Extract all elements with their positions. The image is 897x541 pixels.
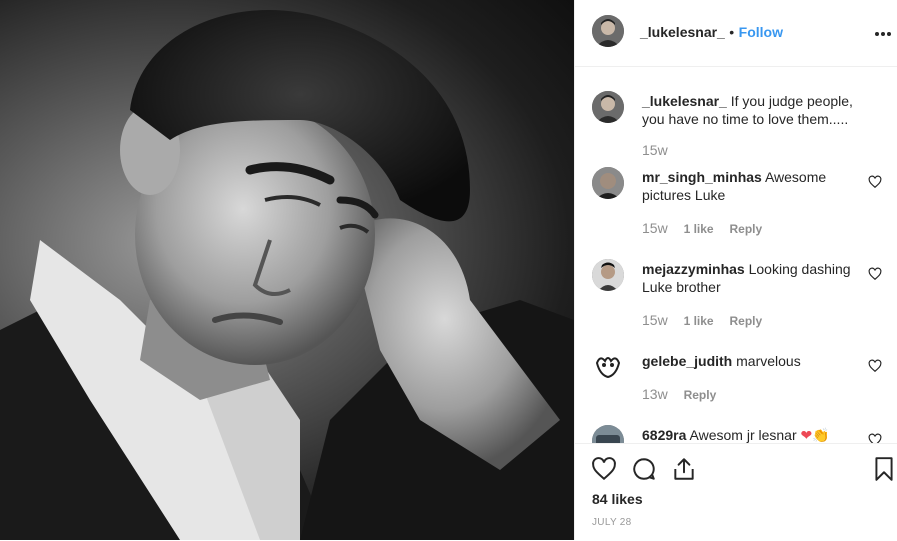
comments-list[interactable]: _lukelesnar_ If you judge people, you ha… bbox=[575, 67, 897, 443]
comment-like-heart-icon[interactable] bbox=[868, 359, 882, 373]
portrait-illustration bbox=[0, 10, 574, 540]
follow-button[interactable]: Follow bbox=[739, 24, 783, 40]
reply-button[interactable]: Reply bbox=[730, 222, 763, 236]
avatar-image bbox=[592, 91, 624, 123]
avatar-image bbox=[592, 425, 624, 443]
comment-author[interactable]: mejazzyminhas bbox=[642, 261, 745, 277]
comment-author[interactable]: 6829ra bbox=[642, 427, 686, 443]
comment-text-block: mejazzyminhas Looking dashing Luke broth… bbox=[642, 260, 864, 296]
comment-meta: 13w Reply bbox=[642, 386, 728, 402]
comment-author[interactable]: mr_singh_minhas bbox=[642, 169, 762, 185]
share-icon[interactable] bbox=[671, 456, 697, 482]
more-options-icon[interactable] bbox=[874, 20, 892, 43]
comment-text: marvelous bbox=[736, 353, 801, 369]
caption-time[interactable]: 15w bbox=[642, 142, 668, 158]
avatar-image bbox=[592, 351, 624, 383]
comment-like-heart-icon[interactable] bbox=[868, 433, 882, 443]
comment-text-block: gelebe_judith marvelous bbox=[642, 352, 864, 370]
comment-text-block: mr_singh_minhas Awesome pictures Luke bbox=[642, 168, 864, 204]
comment-meta: 15w 1 like Reply bbox=[642, 312, 774, 328]
reply-button[interactable]: Reply bbox=[730, 314, 763, 328]
avatar-image bbox=[592, 167, 624, 199]
post-details-panel: _lukelesnar_ • Follow _lukelesnar_ If yo… bbox=[574, 0, 897, 540]
commenter-avatar[interactable] bbox=[592, 351, 624, 383]
comment-icon[interactable] bbox=[631, 456, 657, 482]
post-date[interactable]: JULY 28 bbox=[592, 517, 632, 528]
caption-author[interactable]: _lukelesnar_ bbox=[642, 93, 727, 109]
comment-likes-count[interactable]: 1 like bbox=[684, 314, 714, 328]
ellipsis-icon bbox=[875, 32, 891, 36]
post-photo[interactable] bbox=[0, 0, 574, 540]
reply-button[interactable]: Reply bbox=[684, 388, 717, 402]
caption-avatar[interactable] bbox=[592, 91, 624, 123]
post-header: _lukelesnar_ • Follow bbox=[575, 0, 897, 67]
commenter-avatar[interactable] bbox=[592, 425, 624, 443]
comment-text-block: 6829ra Awesom jr lesnar ❤👏 bbox=[642, 426, 864, 443]
avatar-image bbox=[592, 15, 624, 47]
heart-icon[interactable] bbox=[591, 456, 617, 482]
comment-like-heart-icon[interactable] bbox=[868, 175, 882, 189]
comment-time[interactable]: 15w bbox=[642, 220, 668, 236]
caption-meta: 15w bbox=[642, 142, 680, 158]
comment-likes-count[interactable]: 1 like bbox=[684, 222, 714, 236]
comment-time[interactable]: 15w bbox=[642, 312, 668, 328]
post-actions-bar: 84 likes JULY 28 bbox=[575, 443, 897, 541]
likes-count[interactable]: 84 likes bbox=[592, 491, 643, 507]
comment-meta: 15w 1 like Reply bbox=[642, 220, 774, 236]
comment-text: Awesom jr lesnar bbox=[689, 427, 797, 443]
commenter-avatar[interactable] bbox=[592, 259, 624, 291]
author-username[interactable]: _lukelesnar_ bbox=[640, 24, 725, 40]
commenter-avatar[interactable] bbox=[592, 167, 624, 199]
bookmark-icon[interactable] bbox=[871, 456, 897, 482]
avatar-image bbox=[592, 259, 624, 291]
comment-like-heart-icon[interactable] bbox=[868, 267, 882, 281]
separator-dot: • bbox=[729, 24, 735, 40]
comment-time[interactable]: 13w bbox=[642, 386, 668, 402]
comment-emoji: ❤👏 bbox=[800, 427, 830, 443]
caption-text-block: _lukelesnar_ If you judge people, you ha… bbox=[642, 92, 864, 128]
author-avatar[interactable] bbox=[592, 15, 624, 47]
comment-author[interactable]: gelebe_judith bbox=[642, 353, 732, 369]
